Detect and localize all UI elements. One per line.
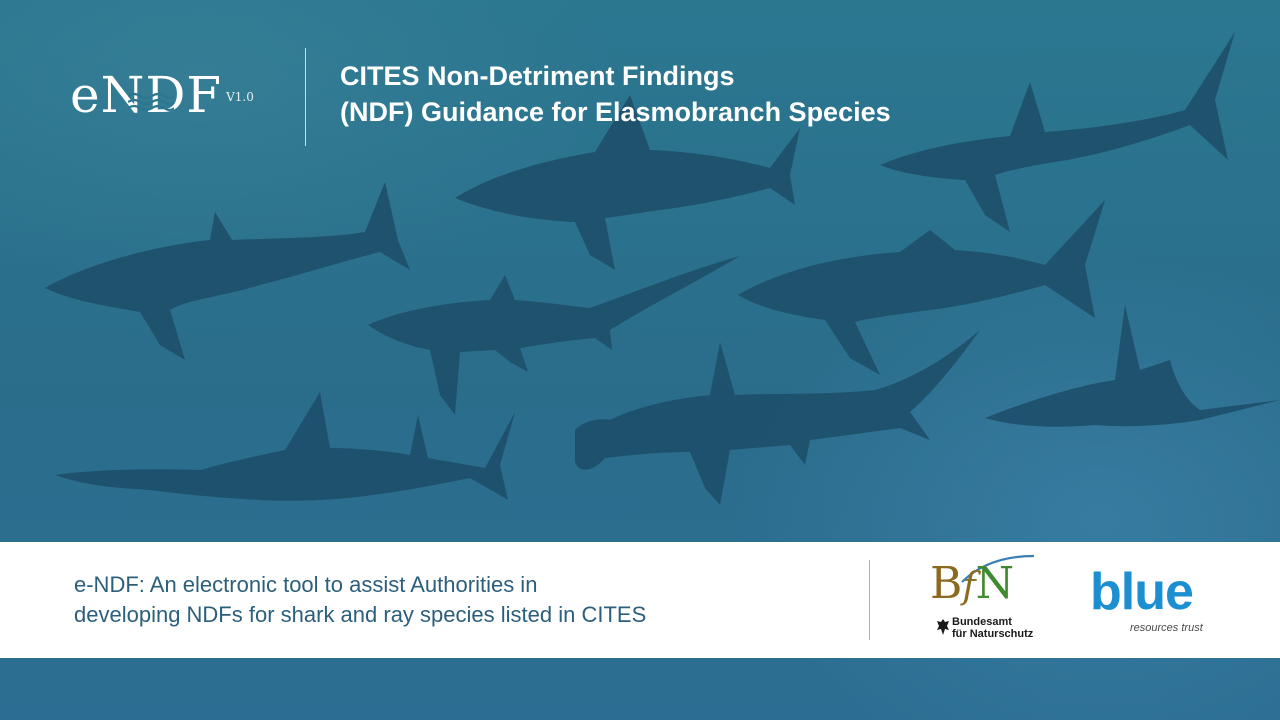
page-title: CITES Non-Detriment Findings (NDF) Guida… [340, 58, 1100, 130]
description-line: e-NDF: An electronic tool to assist Auth… [74, 572, 538, 597]
shark-silhouette [55, 392, 515, 501]
bfn-name: Bundesamt für Naturschutz [952, 616, 1034, 640]
blue-tagline: resources trust [1130, 622, 1203, 634]
blue-resources-trust-logo: blue resources trust [1090, 566, 1220, 646]
description-line: developing NDFs for shark and ray specie… [74, 602, 647, 627]
banner-divider [869, 560, 870, 640]
shark-silhouette [575, 330, 980, 505]
info-banner: e-NDF: An electronic tool to assist Auth… [0, 542, 1280, 658]
title-line: CITES Non-Detriment Findings [340, 61, 735, 91]
bfn-logo: BfN Bundesamt für Naturschutz [930, 554, 1040, 650]
header-divider [305, 48, 306, 146]
title-line: (NDF) Guidance for Elasmobranch Species [340, 97, 891, 127]
ray-silhouette [985, 305, 1280, 427]
eagle-icon [937, 619, 949, 635]
shark-silhouette [45, 182, 410, 360]
banner-description: e-NDF: An electronic tool to assist Auth… [74, 570, 646, 630]
wave-icon [128, 92, 174, 112]
blue-wordmark: blue [1090, 563, 1194, 621]
shark-silhouette [738, 200, 1105, 375]
logo-version: V1.0 [226, 90, 254, 104]
shark-silhouette [368, 256, 740, 415]
endf-logo: eNDF V1.0 [70, 60, 254, 120]
bfn-letters: BfN [930, 558, 1015, 609]
